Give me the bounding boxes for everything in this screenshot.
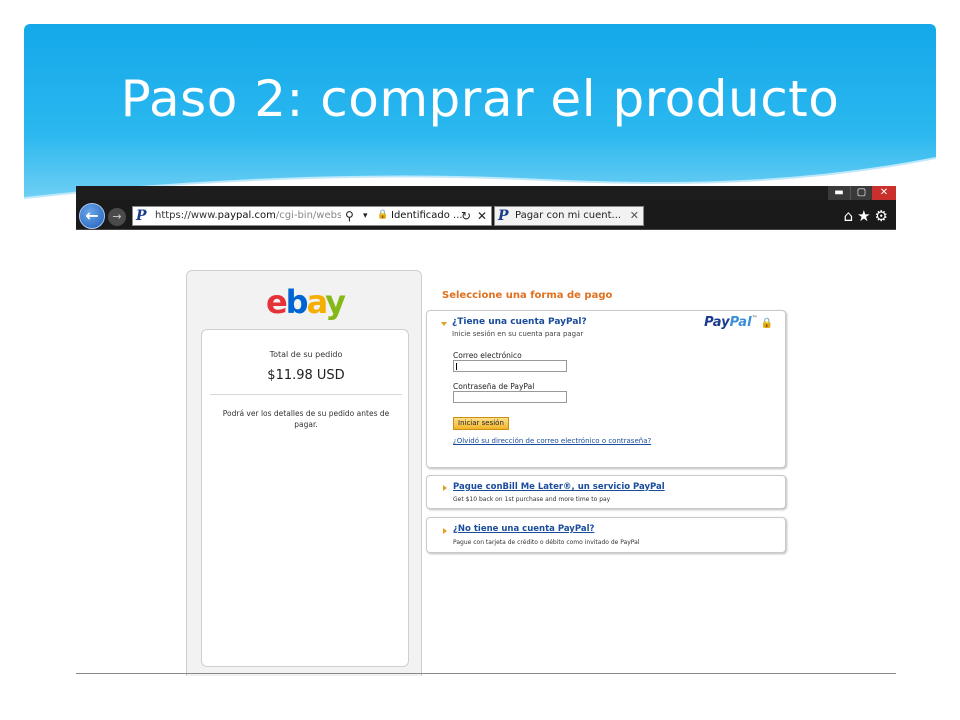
order-total-amount: $11.98 USD [267,368,345,383]
trademark-mark: ™ [751,315,758,322]
paypal-logo-pal: Pal [729,315,752,330]
paypal-favicon-icon: P [136,208,147,224]
chevron-down-icon[interactable]: ▾ [363,211,368,221]
slide: Paso 2: comprar el producto ▬ ▢ ✕ ← → P … [0,0,960,720]
bill-me-later-link[interactable]: Pague conBill Me Later®, un servicio Pay… [453,482,665,492]
no-account-subtitle: Pague con tarjeta de crédito o débito co… [453,539,640,546]
logo-letter-b: b [285,283,309,321]
paypal-logo-pay: Pay [704,315,730,330]
browser-tab[interactable]: P Pagar con mi cuent... ✕ [494,206,644,226]
login-button[interactable]: Iniciar sesión [453,417,509,430]
minimize-button[interactable]: ▬ [828,186,850,200]
order-summary: Total de su pedido $11.98 USD Podrá ver … [201,329,409,667]
expanded-arrow-icon [441,322,447,326]
paypal-account-title[interactable]: ¿Tiene una cuenta PayPal? [452,317,587,327]
forward-arrow-icon[interactable]: → [108,208,126,226]
stop-icon[interactable]: ✕ [477,209,487,223]
security-identity-label[interactable]: Identificado ... [391,210,463,221]
lock-icon: 🔒 [760,318,773,329]
paypal-login-section: ¿Tiene una cuenta PayPal? Inicie sesión … [426,310,786,468]
paypal-account-subtitle: Inicie sesión en su cuenta para pagar [452,330,584,338]
url-path: /cgi-bin/webscr?c [275,210,341,221]
divider [76,673,896,674]
collapsed-arrow-icon [443,485,447,491]
address-bar[interactable]: P https://www.paypal.com/cgi-bin/webscr?… [132,206,492,226]
window-titlebar: ▬ ▢ ✕ [76,186,896,200]
url-scheme: https://www. [155,210,218,221]
window-controls: ▬ ▢ ✕ [828,186,896,200]
browser-screenshot: ▬ ▢ ✕ ← → P https://www.paypal.com/cgi-b… [76,186,896,676]
home-favorites-tools-icons[interactable]: ⌂★⚙ [844,207,892,225]
back-arrow-icon[interactable]: ← [79,203,105,229]
paypal-favicon-icon: P [498,208,509,224]
guest-checkout-section[interactable]: ¿No tiene una cuenta PayPal? Pague con t… [426,517,786,553]
lock-icon[interactable]: 🔒 [377,210,388,220]
logo-letter-a: a [306,283,328,321]
password-label: Contraseña de PayPal [453,382,535,391]
browser-toolbar: ← → P https://www.paypal.com/cgi-bin/web… [76,200,896,230]
ebay-logo: ebay [187,283,423,321]
logo-letter-y: y [325,283,346,321]
payment-area: Seleccione una forma de pago ¿Tiene una … [422,270,896,570]
paypal-logo: PayPal™ 🔒 [704,315,773,330]
tab-title: Pagar con mi cuent... [515,210,622,221]
close-window-button[interactable]: ✕ [872,186,896,200]
order-note: Podrá ver los detalles de su pedido ante… [222,409,390,429]
email-field[interactable] [453,360,567,372]
order-total-label: Total de su pedido [269,350,343,359]
refresh-icon[interactable]: ↻ [461,209,471,223]
url-domain: paypal.com [217,210,276,221]
merchant-panel: ebay Total de su pedido $11.98 USD Podrá… [186,270,422,676]
search-icon[interactable]: ⚲ [345,209,354,223]
password-field[interactable] [453,391,567,403]
slide-title: Paso 2: comprar el producto [120,70,840,128]
close-tab-icon[interactable]: ✕ [630,209,639,222]
restore-button[interactable]: ▢ [850,186,872,200]
bill-me-later-section[interactable]: Pague conBill Me Later®, un servicio Pay… [426,475,786,509]
forgot-credentials-link[interactable]: ¿Olvidó su dirección de correo electróni… [453,437,651,445]
collapsed-arrow-icon [443,528,447,534]
payment-heading: Seleccione una forma de pago [442,290,613,301]
divider [210,394,402,395]
email-label: Correo electrónico [453,351,522,360]
no-account-link[interactable]: ¿No tiene una cuenta PayPal? [453,524,594,534]
url-text[interactable]: https://www.paypal.com/cgi-bin/webscr?c [155,210,341,221]
logo-letter-e: e [265,283,288,321]
bill-me-later-subtitle: Get $10 back on 1st purchase and more ti… [453,496,611,503]
